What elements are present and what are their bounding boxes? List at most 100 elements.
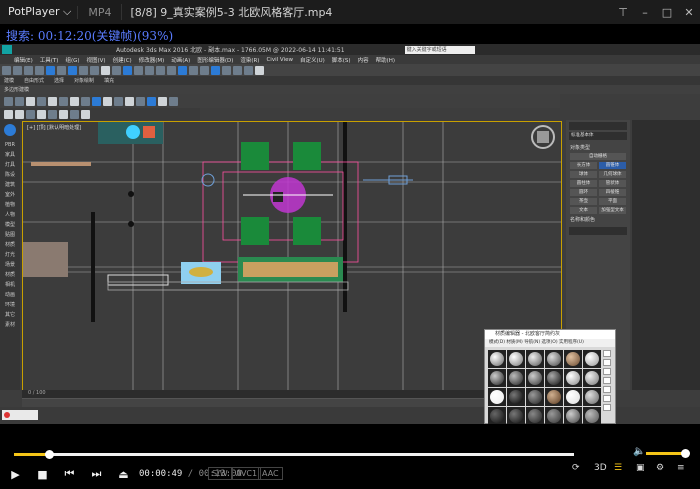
object-button: 圆柱体	[570, 180, 597, 187]
material-slot	[488, 388, 506, 406]
nav-item: 素材	[4, 322, 15, 328]
object-button: 长方体	[570, 162, 597, 169]
render-icon	[244, 65, 253, 75]
previous-icon[interactable]: ⏮	[56, 467, 83, 481]
next-icon[interactable]: ⏭	[83, 467, 110, 481]
mirror-icon	[156, 65, 165, 75]
move-icon	[68, 65, 77, 75]
material-slot	[545, 369, 563, 387]
max-menu-item: 工具(T)	[39, 57, 59, 64]
play-icon[interactable]: ▶	[2, 468, 29, 481]
pivot-icon	[112, 65, 121, 75]
object-button: 管状体	[599, 180, 626, 187]
seek-played	[14, 453, 49, 456]
material-slot	[564, 369, 582, 387]
title-bar[interactable]: PotPlayer ⌵ MP4 [8/8] 9_真实案例5-3 北欧风格客厅.m…	[0, 0, 700, 24]
volume-slider[interactable]	[646, 452, 686, 455]
seek-bar[interactable]	[0, 449, 700, 461]
snap-icon	[123, 65, 132, 75]
time-separator: /	[187, 469, 199, 479]
layer-icon	[178, 65, 187, 75]
pin-icon[interactable]: ⊤	[612, 6, 634, 19]
select-region-icon	[57, 65, 66, 75]
max-title: Autodesk 3ds Max 2016 北欧 - 副本.max - 1766…	[116, 47, 345, 54]
nav-item: 家具	[4, 152, 15, 158]
max-ribbon-tabs: 建模 自由形式 选择 对象绘制 填充	[0, 76, 700, 85]
material-slot	[564, 407, 582, 424]
tool-icon	[70, 109, 79, 119]
object-button: 球体	[570, 171, 597, 178]
floorplan-drawing	[23, 122, 561, 390]
tool-icon	[15, 96, 24, 106]
maximize-icon[interactable]: □	[656, 6, 678, 19]
3d-icon[interactable]: 3D	[594, 463, 607, 473]
settings-gear-icon[interactable]: ⚙	[656, 463, 664, 473]
align-icon	[167, 65, 176, 75]
object-button: 平面	[599, 198, 626, 205]
render-setup-icon	[222, 65, 231, 75]
nav-item: 环境	[4, 302, 15, 308]
material-editor-window: 材质编辑器 - 北欧客厅简约灰 模式(D) 材质(M) 导航(N) 选项(O) …	[484, 329, 616, 424]
playback-controls: ▶ ■ ⏮ ⏭ ⏏	[2, 462, 137, 486]
ribbon-tab: 建模	[4, 78, 15, 84]
vr-360-icon[interactable]: ⟳	[572, 463, 580, 473]
decoder-badge[interactable]: S/W	[208, 467, 232, 480]
seek-knob[interactable]	[44, 450, 54, 459]
material-editor-side-tools	[603, 350, 613, 420]
teapot-icon	[255, 65, 264, 75]
schematic-icon	[200, 65, 209, 75]
tool-icon	[125, 96, 134, 106]
material-slot	[545, 388, 563, 406]
record-icon	[4, 412, 10, 418]
close-icon[interactable]: ✕	[678, 6, 700, 19]
nav-item: 贴图	[4, 232, 15, 238]
nav-item: 动画	[4, 292, 15, 298]
seek-track[interactable]	[14, 450, 574, 459]
max-main-toolbar	[0, 64, 700, 76]
ribbon-tab: 自由形式	[24, 78, 45, 84]
max-ribbon-tools	[0, 94, 560, 108]
max-menu-item: Civil View	[266, 56, 293, 63]
audio-codec-badge[interactable]: AAC	[258, 467, 283, 480]
max-menu-item: 图形编辑器(D)	[197, 57, 234, 64]
object-button: 四棱锥	[599, 189, 626, 196]
link-icon	[24, 65, 33, 75]
max-menu-item: 自定义(U)	[299, 57, 325, 64]
rotate-icon	[79, 65, 88, 75]
nav-item: 陈设	[4, 172, 15, 178]
max-menu-bar: 编辑(E) 工具(T) 组(G) 视图(V) 创建(C) 修改器(M) 动画(A…	[0, 55, 700, 64]
video-codec-badge[interactable]: AVC1	[232, 467, 262, 480]
max-title-bar: Autodesk 3ds Max 2016 北欧 - 副本.max - 1766…	[0, 44, 700, 55]
max-menu-item: 内容	[357, 57, 369, 64]
max-menu-item: 视图(V)	[86, 57, 106, 64]
track-bar	[22, 398, 562, 407]
tool-icon	[103, 96, 112, 106]
menu-icon[interactable]: ≡	[677, 463, 685, 473]
nav-item: 灯光	[4, 252, 15, 258]
eject-icon[interactable]: ⏏	[110, 468, 137, 481]
file-title: [8/8] 9_真实案例5-3 北欧风格客厅.mp4	[121, 4, 340, 20]
subtab-label: 多边形建模	[4, 87, 30, 93]
redo-icon	[13, 65, 22, 75]
volume-icon[interactable]: 🔈	[633, 446, 645, 457]
max-menu-item: 创建(C)	[112, 57, 132, 64]
chapter-icon[interactable]: ▣	[636, 463, 645, 473]
max-ribbon-subtab: 多边形建模	[0, 85, 700, 94]
potplayer-window: PotPlayer ⌵ MP4 [8/8] 9_真实案例5-3 北欧风格客厅.m…	[0, 0, 700, 489]
max-right-panel	[632, 120, 700, 390]
object-type-dropdown: 标准基本体	[569, 132, 627, 140]
curve-editor-icon	[189, 65, 198, 75]
material-slot	[488, 407, 506, 424]
stop-icon[interactable]: ■	[29, 468, 56, 481]
material-slot	[545, 407, 563, 424]
volume-knob[interactable]	[681, 449, 690, 458]
max-top-viewport: [+] [顶] [默认明暗处理]	[22, 121, 562, 391]
playlist-icon[interactable]: ☰	[614, 463, 622, 473]
minimize-icon[interactable]: –	[634, 6, 656, 19]
tool-icon	[37, 109, 46, 119]
potplayer-menu-button[interactable]: PotPlayer ⌵	[0, 5, 77, 19]
material-slot	[583, 350, 601, 368]
material-slot	[545, 350, 563, 368]
object-button: 加强型文本	[599, 207, 626, 214]
video-surface[interactable]: Autodesk 3ds Max 2016 北欧 - 副本.max - 1766…	[0, 44, 700, 424]
